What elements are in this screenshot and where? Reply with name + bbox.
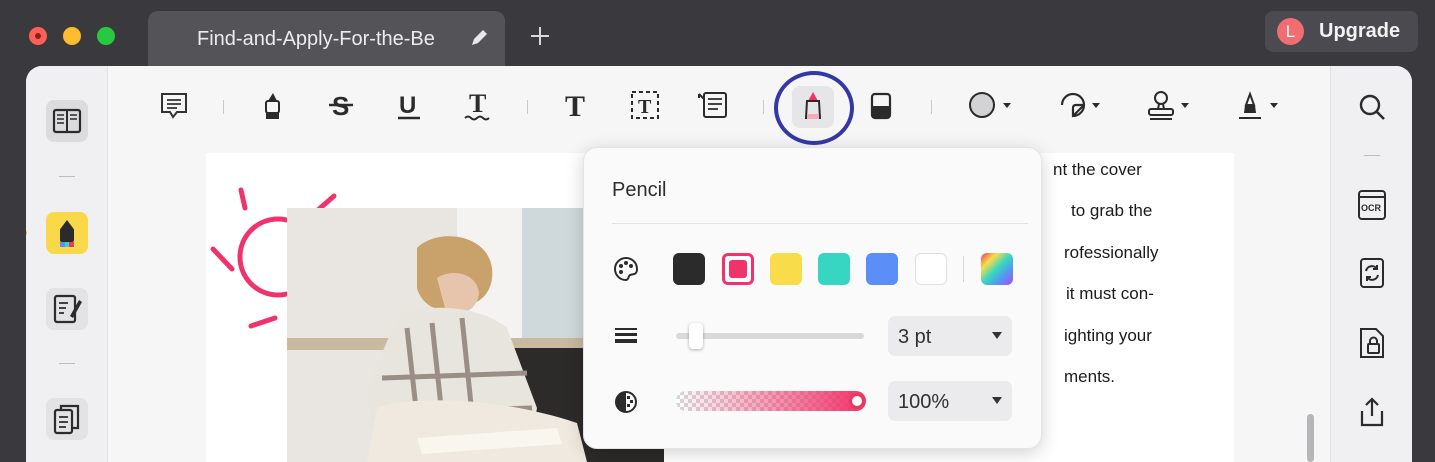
sidebar-divider	[1364, 155, 1380, 156]
toolbar-divider	[763, 100, 764, 114]
add-tab-icon[interactable]	[528, 24, 552, 48]
squiggly-underline-icon[interactable]: T	[461, 88, 495, 122]
highlight-icon[interactable]	[255, 88, 289, 122]
pencil-edit-icon[interactable]	[468, 27, 490, 49]
text-icon[interactable]: T	[559, 88, 593, 122]
document-text-line: rofessionally	[1064, 243, 1159, 262]
comment-mode-button[interactable]	[46, 212, 88, 254]
opacity-slider-track[interactable]	[676, 391, 866, 411]
scrollbar-thumb[interactable]	[1307, 414, 1314, 462]
left-sidebar	[26, 66, 108, 462]
thickness-select[interactable]: 3 pt	[888, 316, 1012, 356]
custom-color-picker[interactable]	[981, 253, 1013, 285]
share-icon[interactable]	[1351, 391, 1393, 433]
edit-document-icon	[53, 294, 82, 324]
tab-title: Find-and-Apply-For-the-Be	[197, 28, 435, 50]
chevron-down-icon	[992, 332, 1002, 339]
reader-mode-button[interactable]	[46, 100, 88, 142]
svg-text:T: T	[565, 90, 585, 122]
color-swatch-white[interactable]	[915, 253, 947, 285]
organize-pages-button[interactable]	[46, 398, 88, 440]
opacity-slider-thumb[interactable]	[849, 393, 865, 409]
swatch-divider	[963, 256, 964, 282]
opacity-icon	[615, 391, 637, 413]
pencil-highlight-circle	[774, 71, 854, 145]
search-icon[interactable]	[1351, 86, 1393, 128]
shape-icon[interactable]	[966, 88, 1016, 122]
minimize-window-button[interactable]	[63, 27, 81, 45]
opacity-value: 100%	[898, 391, 950, 413]
toolbar-divider	[931, 100, 932, 114]
signature-icon[interactable]	[1235, 88, 1285, 122]
document-text-line: ighting your	[1064, 326, 1152, 345]
thickness-value: 3 pt	[898, 326, 932, 348]
chevron-down-icon	[992, 397, 1002, 404]
document-tab[interactable]: Find-and-Apply-For-the-Be	[148, 11, 505, 66]
opacity-select[interactable]: 100%	[888, 381, 1012, 421]
sidebar-divider	[59, 363, 75, 364]
right-sidebar: OCR	[1330, 66, 1412, 462]
highlighter-icon	[60, 220, 74, 247]
svg-text:OCR: OCR	[1361, 203, 1382, 213]
document-text-line: to grab the	[1071, 201, 1153, 220]
svg-text:T: T	[469, 89, 486, 118]
callout-icon[interactable]	[696, 88, 730, 122]
color-swatch-pink[interactable]	[722, 253, 754, 285]
popover-title: Pencil	[612, 179, 667, 201]
underline-icon[interactable]: U	[392, 88, 426, 122]
toolbar-divider	[527, 100, 528, 114]
textbox-icon[interactable]: T	[628, 88, 662, 122]
convert-icon[interactable]	[1351, 252, 1393, 294]
maximize-window-button[interactable]	[97, 27, 115, 45]
svg-text:U: U	[399, 92, 416, 119]
thickness-slider-track[interactable]	[676, 333, 864, 339]
sidebar-divider	[59, 176, 75, 177]
document-text-line: it must con-	[1066, 284, 1154, 303]
palette-icon	[614, 256, 639, 282]
sticker-icon[interactable]	[1056, 88, 1106, 122]
document-text-line: ments.	[1064, 367, 1116, 386]
color-swatch-yellow[interactable]	[770, 253, 802, 285]
toolbar-divider	[223, 100, 224, 114]
pencil-popover: Pencil 3 pt 100%	[583, 147, 1042, 449]
avatar: L	[1277, 18, 1304, 45]
edit-mode-button[interactable]	[46, 288, 88, 330]
active-indicator	[26, 230, 27, 236]
ocr-icon[interactable]: OCR	[1351, 184, 1393, 226]
comment-icon[interactable]	[157, 88, 191, 122]
strikethrough-icon[interactable]: S	[324, 88, 358, 122]
title-bar: Find-and-Apply-For-the-Be L Upgrade	[0, 0, 1435, 66]
stamp-icon[interactable]	[1145, 88, 1195, 122]
eraser-icon[interactable]	[864, 88, 898, 122]
book-icon	[52, 108, 82, 134]
selected-color-fill	[729, 260, 747, 278]
color-swatch-black[interactable]	[673, 253, 705, 285]
color-swatch-blue[interactable]	[866, 253, 898, 285]
thickness-slider-thumb[interactable]	[689, 323, 704, 349]
svg-text:T: T	[638, 96, 652, 118]
upgrade-button[interactable]: L Upgrade	[1265, 11, 1418, 52]
close-window-button[interactable]	[29, 27, 47, 45]
color-swatch-teal[interactable]	[818, 253, 850, 285]
document-text-line: nt the cover	[1053, 160, 1142, 179]
upgrade-label: Upgrade	[1319, 20, 1401, 42]
protect-icon[interactable]	[1351, 322, 1393, 364]
line-thickness-icon	[615, 328, 637, 343]
pages-icon	[53, 404, 80, 435]
popover-divider	[612, 223, 1028, 224]
